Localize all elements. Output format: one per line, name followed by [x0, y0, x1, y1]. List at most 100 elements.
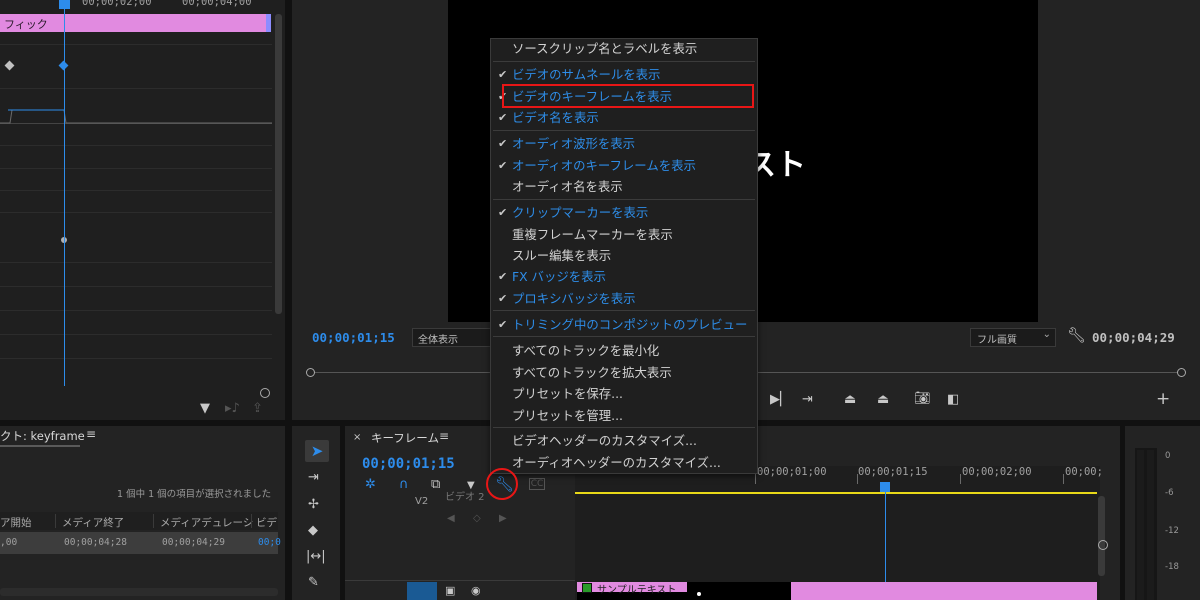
hamburger-icon[interactable]: ≡: [439, 429, 449, 443]
ec-playhead-line: [64, 0, 65, 386]
clip-name: サンプルテキスト: [597, 585, 677, 596]
col-header-video[interactable]: ビデ: [256, 515, 277, 530]
check-icon: ✔: [498, 137, 508, 150]
meter-label-6: -6: [1165, 488, 1174, 498]
menu-item-customize-audio-header[interactable]: オーディオヘッダーのカスタマイズ...: [491, 452, 757, 473]
menu-item-show-audio-names[interactable]: オーディオ名を表示: [491, 176, 757, 197]
col-header-media-start[interactable]: ア開始: [0, 515, 32, 530]
fx-badge-icon: [582, 583, 592, 593]
track-v2-label: V2: [415, 496, 429, 507]
menu-item-save-preset[interactable]: プリセットを保存...: [491, 383, 757, 404]
menu-separator: [493, 310, 755, 311]
play-icon[interactable]: ▶▏: [770, 393, 790, 407]
export-icon[interactable]: ⇪: [252, 402, 263, 416]
timeline-tracks-area[interactable]: [575, 466, 1100, 600]
ripple-edit-tool-icon[interactable]: ✢: [308, 498, 319, 512]
tl-ruler-label-3: 00;00;02;00: [962, 466, 1032, 478]
hamburger-icon[interactable]: ≡: [86, 427, 96, 441]
keyframe-add-icon[interactable]: ◇: [473, 512, 481, 526]
table-row[interactable]: ,00 00;00;04;28 00;00;04;29 00;0: [0, 532, 281, 554]
keyframe-nav-next-icon[interactable]: ▶: [499, 512, 507, 526]
camera-icon[interactable]: 📷︎: [914, 392, 931, 406]
menu-item-show-audio-waveforms[interactable]: ✔ オーディオ波形を表示: [491, 133, 757, 154]
menu-item-trim-composite-preview[interactable]: ✔ トリミング中のコンポジットのプレビュー: [491, 314, 757, 335]
menu-item-label: 重複フレームマーカーを表示: [512, 227, 673, 242]
meter-label-18: -18: [1165, 562, 1179, 572]
tl-scrollbar[interactable]: [1098, 496, 1105, 576]
menu-item-show-video-thumbnails[interactable]: ✔ ビデオのサムネールを表示: [491, 64, 757, 85]
slip-tool-icon[interactable]: |↔|: [306, 550, 326, 564]
work-area-bar[interactable]: [575, 492, 1097, 494]
highlight-box: [502, 84, 754, 108]
menu-item-manage-presets[interactable]: プリセットを管理...: [491, 405, 757, 426]
ec-scrollbar[interactable]: [275, 14, 282, 314]
tl-ruler-label-2: 00;00;01;15: [858, 466, 928, 478]
timeline-timecode[interactable]: 00;00;01;15: [362, 456, 455, 472]
selection-tool-icon[interactable]: ➤: [305, 440, 329, 462]
menu-item-show-through-edits[interactable]: スルー編集を表示: [491, 245, 757, 266]
track-v1-target[interactable]: [407, 582, 437, 600]
zoom-level-select[interactable]: 全体表示: [412, 328, 492, 347]
eye-icon[interactable]: ◉: [471, 584, 481, 598]
menu-item-show-audio-keyframes[interactable]: ✔ オーディオのキーフレームを表示: [491, 155, 757, 176]
ec-playhead-handle[interactable]: [59, 0, 70, 9]
menu-item-show-video-names[interactable]: ✔ ビデオ名を表示: [491, 107, 757, 128]
menu-separator: [493, 130, 755, 131]
menu-item-show-clip-markers[interactable]: ✔ クリップマーカーを表示: [491, 202, 757, 223]
menu-item-label: ビデオのサムネールを表示: [512, 67, 661, 82]
tl-ruler-label-1: 00;00;01;00: [757, 466, 827, 478]
program-current-timecode[interactable]: 00;00;01;15: [312, 330, 395, 345]
check-icon: ✔: [498, 68, 508, 81]
check-icon: ✔: [498, 159, 508, 172]
menu-separator: [493, 199, 755, 200]
audio-icon[interactable]: ▸♪: [225, 402, 240, 416]
close-icon[interactable]: ×: [353, 431, 361, 445]
timeline-tab[interactable]: キーフレーム: [371, 430, 439, 446]
menu-item-label: オーディオヘッダーのカスタマイズ...: [512, 455, 721, 470]
nest-toggle-icon[interactable]: ✲: [365, 478, 376, 492]
linked-selection-icon[interactable]: ⧉: [431, 478, 440, 492]
extract-icon[interactable]: ⏏: [877, 393, 889, 407]
menu-item-label: スルー編集を表示: [512, 248, 612, 263]
menu-item-show-duplicate-frame-markers[interactable]: 重複フレームマーカーを表示: [491, 224, 757, 245]
menu-separator: [493, 336, 755, 337]
keyframe-nav-prev-icon[interactable]: ◀: [447, 512, 455, 526]
ec-zoom-handle[interactable]: [260, 388, 270, 398]
project-scrollbar[interactable]: [0, 588, 278, 596]
menu-item-label: オーディオのキーフレームを表示: [512, 158, 696, 173]
add-button-icon[interactable]: +: [1156, 391, 1170, 408]
menu-item-customize-video-header[interactable]: ビデオヘッダーのカスタマイズ...: [491, 430, 757, 451]
col-header-media-end[interactable]: メディア終了: [62, 515, 124, 530]
filter-icon[interactable]: ▼: [200, 402, 210, 416]
menu-item-show-proxy-badges[interactable]: ✔ プロキシバッジを表示: [491, 288, 757, 309]
tl-playhead-handle[interactable]: [880, 482, 890, 492]
menu-item-label: ビデオヘッダーのカスタマイズ...: [512, 433, 697, 448]
track-select-tool-icon[interactable]: ⇥: [308, 471, 319, 485]
quality-select[interactable]: フル画質 ⌄: [970, 328, 1056, 347]
razor-tool-icon[interactable]: ◆: [308, 524, 318, 538]
compare-icon[interactable]: ◧: [947, 393, 959, 407]
pen-tool-icon[interactable]: ✎: [308, 576, 319, 590]
menu-item-show-source-clip-names[interactable]: ソースクリップ名とラベルを表示: [491, 38, 757, 59]
snap-magnet-icon[interactable]: ∩: [399, 478, 409, 492]
timeline-clip[interactable]: サンプルテキスト: [577, 582, 1097, 600]
captions-icon[interactable]: CC: [529, 478, 545, 490]
col-header-media-duration[interactable]: メディアデュレーシ: [160, 515, 253, 530]
film-icon[interactable]: ▣: [445, 584, 455, 598]
menu-item-label: オーディオ波形を表示: [512, 136, 636, 151]
menu-item-label: ビデオ名を表示: [512, 110, 599, 125]
ec-keyframe-graph: [0, 109, 272, 124]
program-duration-timecode: 00;00;04;29: [1092, 330, 1175, 345]
chevron-down-icon: ⌄: [1042, 329, 1051, 340]
menu-item-label: ソースクリップ名とラベルを表示: [512, 41, 698, 56]
menu-item-show-fx-badges[interactable]: ✔ FX バッジを表示: [491, 266, 757, 287]
step-forward-icon[interactable]: ⇥: [802, 393, 813, 407]
wrench-icon[interactable]: 🔧︎: [1067, 328, 1086, 343]
selection-status: 1 個中 1 個の項目が選択されました: [117, 489, 272, 500]
menu-item-expand-all-tracks[interactable]: すべてのトラックを拡大表示: [491, 362, 757, 383]
lift-icon[interactable]: ⏏: [844, 393, 856, 407]
menu-item-minimize-all-tracks[interactable]: すべてのトラックを最小化: [491, 340, 757, 361]
menu-item-label: トリミング中のコンポジットのプレビュー: [512, 317, 748, 332]
menu-separator: [493, 427, 755, 428]
check-icon: ✔: [498, 270, 508, 283]
